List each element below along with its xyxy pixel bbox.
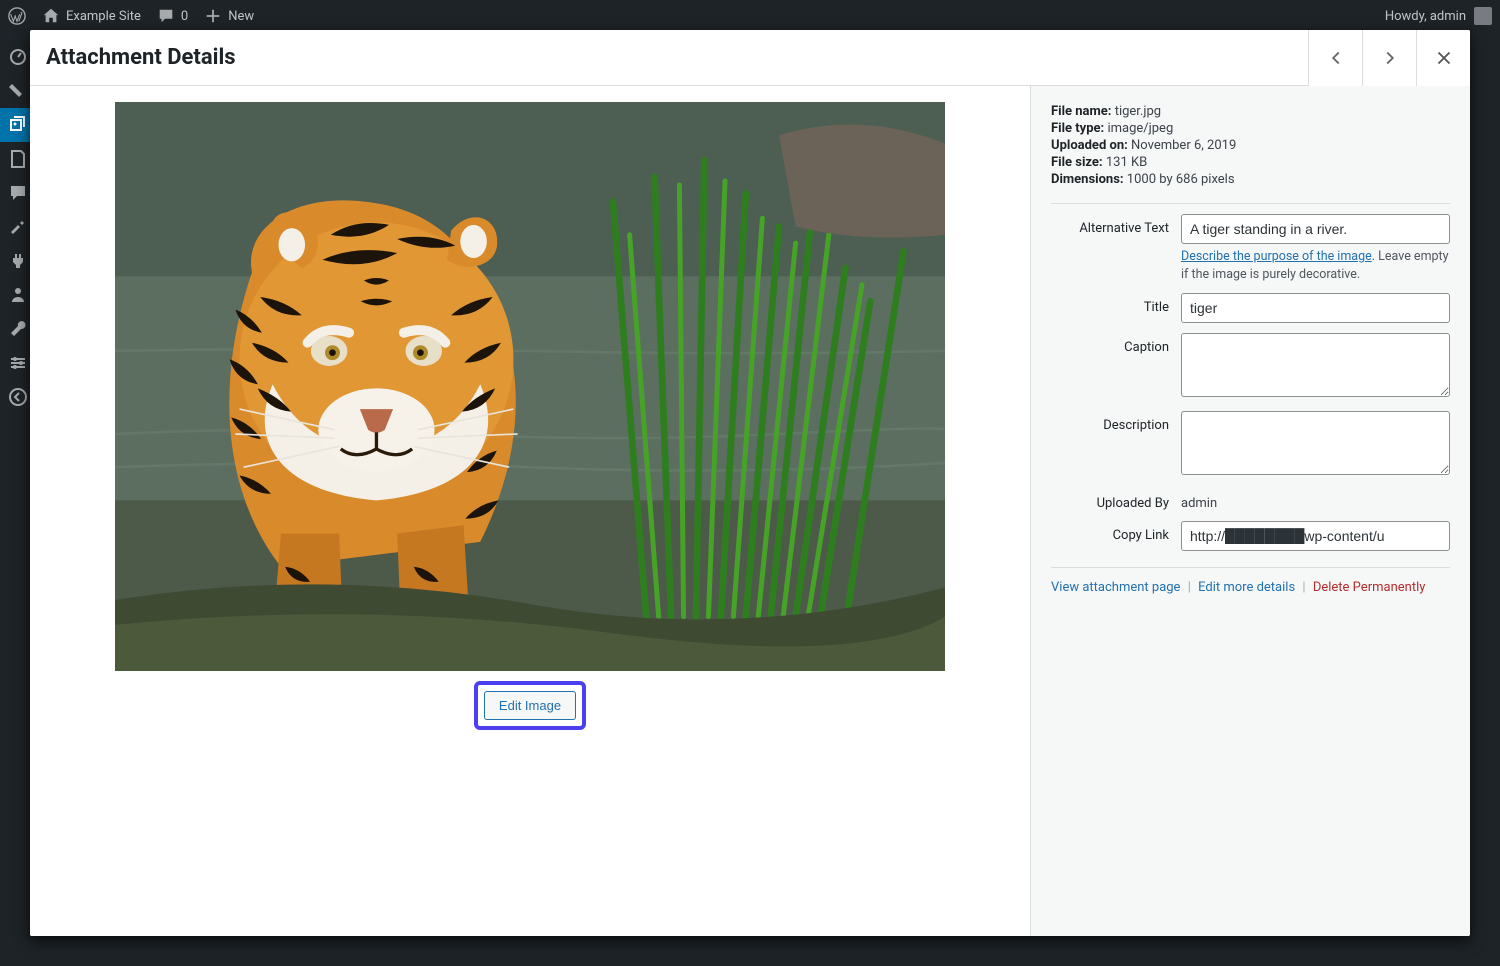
next-button[interactable]: [1362, 30, 1416, 86]
preview-pane: Edit Image: [30, 86, 1030, 936]
title-input[interactable]: [1181, 293, 1450, 323]
modal-title: Attachment Details: [30, 45, 1308, 70]
modal-header: Attachment Details: [30, 30, 1470, 86]
description-input[interactable]: [1181, 411, 1450, 475]
uploaded-by-value: admin: [1181, 489, 1450, 511]
attachment-preview: [115, 102, 945, 671]
admin-bar: Example Site 0 New Howdy, admin: [0, 0, 1500, 32]
caption-input[interactable]: [1181, 333, 1450, 397]
alt-help-link[interactable]: Describe the purpose of the image: [1181, 249, 1372, 264]
wp-logo[interactable]: [8, 7, 26, 25]
uploaded-by-label: Uploaded By: [1051, 489, 1181, 511]
view-attachment-page-link[interactable]: View attachment page: [1051, 580, 1180, 595]
avatar[interactable]: [1474, 7, 1492, 25]
chevron-right-icon: [1379, 47, 1401, 69]
comments-link[interactable]: 0: [157, 7, 188, 25]
file-size-label: File size:: [1051, 155, 1103, 170]
new-link[interactable]: New: [204, 7, 254, 25]
uploaded-on-value: November 6, 2019: [1131, 138, 1236, 153]
alt-text-input[interactable]: [1181, 214, 1450, 244]
howdy-text[interactable]: Howdy, admin: [1385, 9, 1466, 24]
close-icon: [1433, 47, 1455, 69]
chevron-left-icon: [1325, 47, 1347, 69]
alt-text-help: Describe the purpose of the image. Leave…: [1181, 248, 1450, 283]
uploaded-on-label: Uploaded on:: [1051, 138, 1128, 153]
prev-button[interactable]: [1308, 30, 1362, 86]
site-link[interactable]: Example Site: [42, 7, 141, 25]
edit-more-details-link[interactable]: Edit more details: [1198, 580, 1295, 595]
actions-line: View attachment page | Edit more details…: [1051, 567, 1450, 595]
description-label: Description: [1051, 411, 1181, 433]
copy-link-input[interactable]: [1181, 521, 1450, 551]
new-label: New: [228, 9, 254, 24]
meta-block: File name: tiger.jpg File type: image/jp…: [1051, 104, 1450, 204]
delete-permanently-link[interactable]: Delete Permanently: [1313, 580, 1426, 595]
title-label: Title: [1051, 293, 1181, 315]
plus-icon: [204, 7, 222, 25]
close-button[interactable]: [1416, 30, 1470, 86]
edit-image-highlight: Edit Image: [474, 681, 586, 730]
separator: |: [1302, 580, 1305, 595]
site-name: Example Site: [66, 9, 141, 24]
alt-text-label: Alternative Text: [1051, 214, 1181, 236]
attachment-details-modal: Attachment Details: [30, 30, 1470, 936]
file-type-value: image/jpeg: [1107, 121, 1173, 136]
edit-image-button[interactable]: Edit Image: [484, 691, 576, 720]
file-size-value: 131 KB: [1106, 155, 1147, 170]
comment-count: 0: [181, 9, 188, 24]
file-name-label: File name:: [1051, 104, 1111, 119]
file-type-label: File type:: [1051, 121, 1104, 136]
home-icon: [42, 7, 60, 25]
file-name-value: tiger.jpg: [1115, 104, 1161, 119]
copy-link-label: Copy Link: [1051, 521, 1181, 543]
details-pane: File name: tiger.jpg File type: image/jp…: [1030, 86, 1470, 936]
caption-label: Caption: [1051, 333, 1181, 355]
dimensions-value: 1000 by 686 pixels: [1127, 172, 1235, 187]
comment-icon: [157, 7, 175, 25]
separator: |: [1188, 580, 1191, 595]
dimensions-label: Dimensions:: [1051, 172, 1124, 187]
